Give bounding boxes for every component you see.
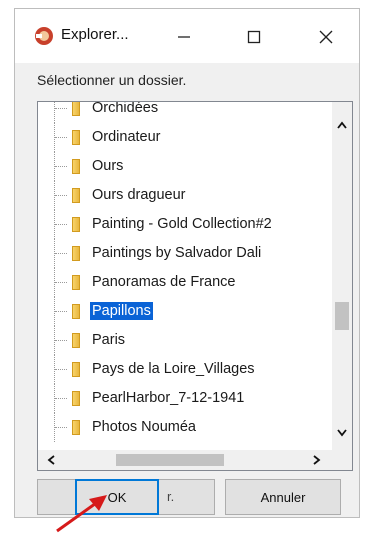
close-icon xyxy=(319,30,333,44)
folder-icon xyxy=(72,391,80,406)
maximize-button[interactable] xyxy=(231,17,277,57)
tree-item[interactable]: Papillons xyxy=(38,297,328,326)
tree-item-label: Photos Nouméa xyxy=(92,419,196,435)
scroll-left-button[interactable] xyxy=(44,453,58,467)
tree-connector xyxy=(54,268,71,297)
folder-icon xyxy=(72,420,80,435)
tree-connector xyxy=(54,326,71,355)
tree-item[interactable]: Ours dragueur xyxy=(38,181,328,210)
tree-connector xyxy=(54,413,71,442)
folder-icon xyxy=(72,275,80,290)
vertical-scrollbar[interactable] xyxy=(332,102,352,451)
vertical-scroll-thumb[interactable] xyxy=(335,302,349,330)
horizontal-scroll-thumb[interactable] xyxy=(116,454,224,466)
tree-item[interactable]: Paintings by Salvador Dali xyxy=(38,239,328,268)
scroll-right-button[interactable] xyxy=(310,453,324,467)
tree-item[interactable]: Panoramas de France xyxy=(38,268,328,297)
tree-item-label: Papillons xyxy=(90,302,153,320)
tree-item-label: Painting - Gold Collection#2 xyxy=(92,216,272,232)
tree-item-label: Orchidées xyxy=(92,101,159,116)
scroll-up-button[interactable] xyxy=(335,118,349,132)
tree-item[interactable]: Orchidées xyxy=(38,101,328,123)
tree-item[interactable]: Ordinateur xyxy=(38,123,328,152)
tree-connector xyxy=(54,384,71,413)
chevron-up-icon xyxy=(337,121,347,129)
chevron-right-icon xyxy=(313,455,321,465)
maximize-icon xyxy=(247,30,261,44)
folder-icon xyxy=(72,362,80,377)
tree-connector xyxy=(54,210,71,239)
tree-item-label: Paintings by Salvador Dali xyxy=(92,245,262,261)
window-title: Explorer... xyxy=(61,26,129,43)
folder-icon xyxy=(72,130,80,145)
horizontal-scrollbar[interactable] xyxy=(38,450,352,470)
tree-connector xyxy=(54,297,71,326)
title-bar: Explorer... xyxy=(15,9,359,63)
tree-item[interactable]: Photos Nouméa xyxy=(38,413,328,442)
tree-connector xyxy=(54,239,71,268)
tree-connector xyxy=(54,181,71,210)
minimize-icon xyxy=(178,36,190,38)
tree-connector xyxy=(54,102,71,123)
annotation-arrow-icon xyxy=(56,495,107,533)
partial-button-label: r. xyxy=(167,489,175,504)
tree-item[interactable]: Painting - Gold Collection#2 xyxy=(38,210,328,239)
app-icon xyxy=(35,27,53,45)
scroll-down-button[interactable] xyxy=(335,426,349,440)
folder-tree[interactable]: Orchidées Ordinateur Ours Ours dragueur … xyxy=(37,101,353,471)
tree-item-label: PearlHarbor_7-12-1941 xyxy=(92,390,245,406)
tree-item-label: Ordinateur xyxy=(92,129,161,145)
folder-icon xyxy=(72,304,80,319)
chevron-down-icon xyxy=(337,429,347,437)
close-button[interactable] xyxy=(303,17,349,57)
folder-icon xyxy=(72,333,80,348)
minimize-button[interactable] xyxy=(161,17,207,57)
tree-item-label: Paris xyxy=(92,332,126,348)
folder-icon xyxy=(72,188,80,203)
tree-item-label: Panoramas de France xyxy=(92,274,236,290)
tree-item[interactable]: Paris xyxy=(38,326,328,355)
folder-icon xyxy=(72,102,80,116)
tree-item[interactable]: PearlHarbor_7-12-1941 xyxy=(38,384,328,413)
tree-item-label: Ours dragueur xyxy=(92,187,186,203)
tree-item-label: Pays de la Loire_Villages xyxy=(92,361,255,377)
dialog-prompt: Sélectionner un dossier. xyxy=(37,72,187,88)
tree-connector xyxy=(54,123,71,152)
chevron-left-icon xyxy=(47,455,55,465)
folder-browser-dialog: Explorer... Sélectionner un dossier. Orc… xyxy=(14,8,360,533)
tree-item[interactable]: Pays de la Loire_Villages xyxy=(38,355,328,384)
folder-tree-list: Orchidées Ordinateur Ours Ours dragueur … xyxy=(38,101,328,442)
tree-item[interactable]: Ours xyxy=(38,152,328,181)
tree-connector xyxy=(54,152,71,181)
cancel-button[interactable]: Annuler xyxy=(225,479,341,515)
tree-item-label: Ours xyxy=(92,158,124,174)
folder-icon xyxy=(72,246,80,261)
folder-icon xyxy=(72,217,80,232)
tree-connector xyxy=(54,355,71,384)
folder-icon xyxy=(72,159,80,174)
